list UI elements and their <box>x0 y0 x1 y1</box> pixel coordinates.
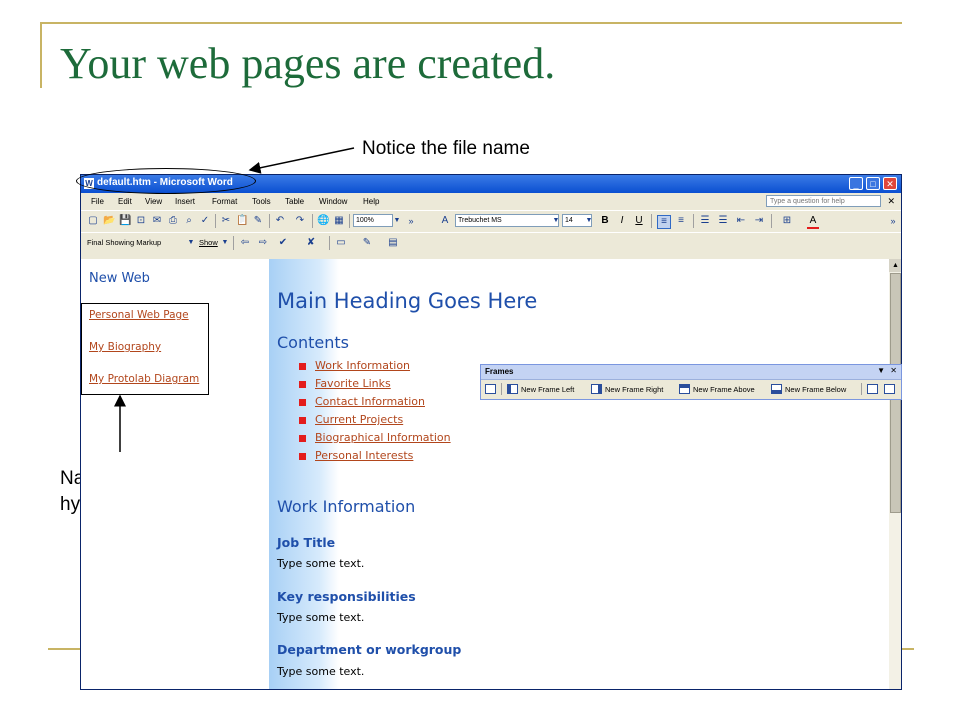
frames-toolbar: Frames ▼ ✕ New Frame Left New Frame Righ… <box>480 364 902 400</box>
frames-close-icon[interactable]: ✕ <box>890 366 897 375</box>
new-frame-below-button[interactable]: New Frame Below <box>785 385 846 394</box>
toolbar-separator <box>501 383 502 395</box>
frame-properties-icon[interactable] <box>884 384 895 394</box>
new-frame-below-icon[interactable] <box>771 384 782 394</box>
new-frame-left-button[interactable]: New Frame Left <box>521 385 574 394</box>
file-name-arrow <box>248 147 355 174</box>
frames-toolbar-title: Frames <box>485 367 514 376</box>
table-of-contents-frame-icon[interactable] <box>485 384 496 394</box>
new-frame-right-icon[interactable] <box>591 384 602 394</box>
new-frame-above-icon[interactable] <box>679 384 690 394</box>
frames-toolbar-titlebar[interactable]: Frames ▼ ✕ <box>481 365 901 380</box>
new-frame-above-button[interactable]: New Frame Above <box>693 385 755 394</box>
callout-arrows <box>114 147 355 452</box>
frames-options-icon[interactable]: ▼ <box>877 366 885 375</box>
new-frame-right-button[interactable]: New Frame Right <box>605 385 663 394</box>
delete-frame-icon[interactable] <box>867 384 878 394</box>
new-frame-left-icon[interactable] <box>507 384 518 394</box>
toolbar-separator <box>861 383 862 395</box>
